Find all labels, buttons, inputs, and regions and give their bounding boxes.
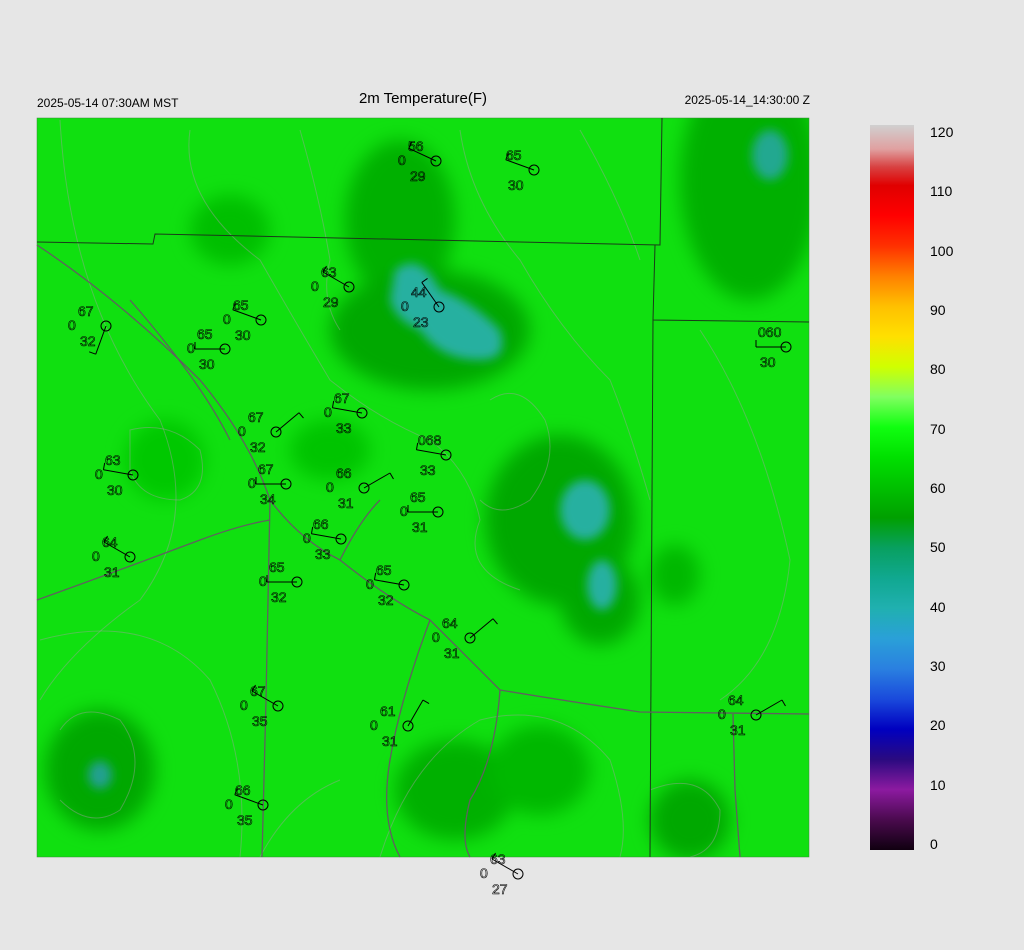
station-sky-code: 0 bbox=[324, 404, 332, 420]
station-temperature: 65 bbox=[506, 147, 522, 163]
colorbar-tick-label: 120 bbox=[930, 124, 954, 140]
station-temperature: 63 bbox=[321, 264, 337, 280]
colorbar-tick-label: 90 bbox=[930, 302, 946, 318]
station-dewpoint: 33 bbox=[420, 462, 436, 478]
station-temperature: 64 bbox=[728, 692, 744, 708]
station-sky-code: 0 bbox=[718, 706, 726, 722]
station-dewpoint: 35 bbox=[252, 713, 268, 729]
station-dewpoint: 31 bbox=[730, 722, 746, 738]
colorbar-tick-label: 40 bbox=[930, 598, 946, 615]
station-dewpoint: 34 bbox=[260, 491, 276, 507]
station-sky-code: 0 bbox=[480, 865, 488, 881]
colorbar-tick-label: 70 bbox=[930, 420, 946, 437]
station-dewpoint: 29 bbox=[410, 168, 426, 184]
station-temperature: 65 bbox=[197, 326, 213, 342]
station-temperature: 67 bbox=[78, 303, 94, 319]
colorbar-tick-label: 80 bbox=[930, 361, 946, 378]
station-dewpoint: 23 bbox=[413, 314, 429, 330]
colorbar-tick-label: 30 bbox=[930, 658, 946, 674]
station-dewpoint: 33 bbox=[336, 420, 352, 436]
station-temperature: 63 bbox=[105, 452, 121, 468]
station-sky-code: 0 bbox=[400, 503, 408, 519]
station-temperature: 67 bbox=[248, 409, 264, 425]
station-sky-code: 0 bbox=[225, 796, 233, 812]
colorbar-tick-label: 110 bbox=[930, 183, 953, 200]
station-sky-code: 0 bbox=[398, 152, 406, 168]
station-dewpoint: 30 bbox=[508, 177, 524, 193]
colorbar-tick-label: 10 bbox=[930, 776, 946, 793]
station-dewpoint: 31 bbox=[338, 495, 354, 511]
station-temperature: 63 bbox=[490, 851, 506, 867]
colorbar-tick-label: 20 bbox=[930, 717, 946, 734]
station-dewpoint: 30 bbox=[235, 327, 251, 343]
station-temperature: 65 bbox=[233, 297, 249, 313]
station-sky-code: 0 bbox=[303, 530, 311, 546]
station-sky-code: 0 bbox=[311, 278, 319, 294]
station-dewpoint: 32 bbox=[271, 589, 287, 605]
colorbar-tick-label: 0 bbox=[930, 836, 938, 852]
station-temperature: 66 bbox=[235, 782, 251, 798]
station-dewpoint: 27 bbox=[492, 881, 508, 897]
station-temperature: 61 bbox=[380, 703, 396, 719]
station-temperature: 060 bbox=[758, 324, 782, 340]
station-sky-code: 0 bbox=[326, 479, 334, 495]
station-dewpoint: 33 bbox=[315, 546, 331, 562]
station-sky-code: 0 bbox=[401, 298, 409, 314]
colorbar bbox=[870, 125, 914, 850]
temperature-map: 5602965306302944023670326503065030060306… bbox=[36, 117, 914, 897]
station-dewpoint: 35 bbox=[237, 812, 253, 828]
station-sky-code: 0 bbox=[187, 340, 195, 356]
station-dewpoint: 31 bbox=[104, 564, 120, 580]
station-sky-code: 0 bbox=[240, 697, 248, 713]
station-dewpoint: 30 bbox=[760, 354, 776, 370]
station-temperature: 068 bbox=[418, 432, 442, 448]
station-dewpoint: 32 bbox=[80, 333, 96, 349]
station-sky-code: 0 bbox=[92, 548, 100, 564]
station-temperature: 66 bbox=[313, 516, 329, 532]
station-dewpoint: 31 bbox=[412, 519, 428, 535]
station-temperature: 67 bbox=[258, 461, 274, 477]
station-temperature: 56 bbox=[408, 138, 424, 154]
colorbar-tick-label: 60 bbox=[930, 480, 946, 496]
station-dewpoint: 30 bbox=[199, 356, 215, 372]
station-temperature: 64 bbox=[102, 534, 118, 550]
station-sky-code: 0 bbox=[432, 629, 440, 645]
station-model: 63027 bbox=[480, 851, 524, 897]
station-temperature: 64 bbox=[442, 615, 458, 631]
map-field bbox=[37, 118, 809, 857]
station-temperature: 65 bbox=[376, 562, 392, 578]
colorbar-tick-label: 100 bbox=[930, 242, 954, 259]
colorbar-tick-label: 50 bbox=[930, 539, 946, 556]
station-dewpoint: 30 bbox=[107, 482, 123, 498]
station-temperature: 67 bbox=[250, 683, 266, 699]
station-dewpoint: 31 bbox=[444, 645, 460, 661]
station-sky-code: 0 bbox=[259, 573, 267, 589]
station-temperature: 65 bbox=[269, 559, 285, 575]
station-dewpoint: 31 bbox=[382, 733, 398, 749]
colorbar-strip bbox=[870, 125, 914, 850]
station-dewpoint: 29 bbox=[323, 294, 339, 310]
station-sky-code: 0 bbox=[238, 423, 246, 439]
station-sky-code: 0 bbox=[366, 576, 374, 592]
station-sky-code: 0 bbox=[95, 466, 103, 482]
station-dewpoint: 32 bbox=[250, 439, 266, 455]
station-temperature: 66 bbox=[336, 465, 352, 481]
station-sky-code: 0 bbox=[223, 311, 231, 327]
station-sky-code: 0 bbox=[370, 717, 378, 733]
station-temperature: 67 bbox=[334, 390, 350, 406]
station-sky-code: 0 bbox=[248, 475, 256, 491]
station-temperature: 44 bbox=[411, 284, 427, 300]
station-temperature: 65 bbox=[410, 489, 426, 505]
station-sky-code: 0 bbox=[68, 317, 76, 333]
station-dewpoint: 32 bbox=[378, 592, 394, 608]
